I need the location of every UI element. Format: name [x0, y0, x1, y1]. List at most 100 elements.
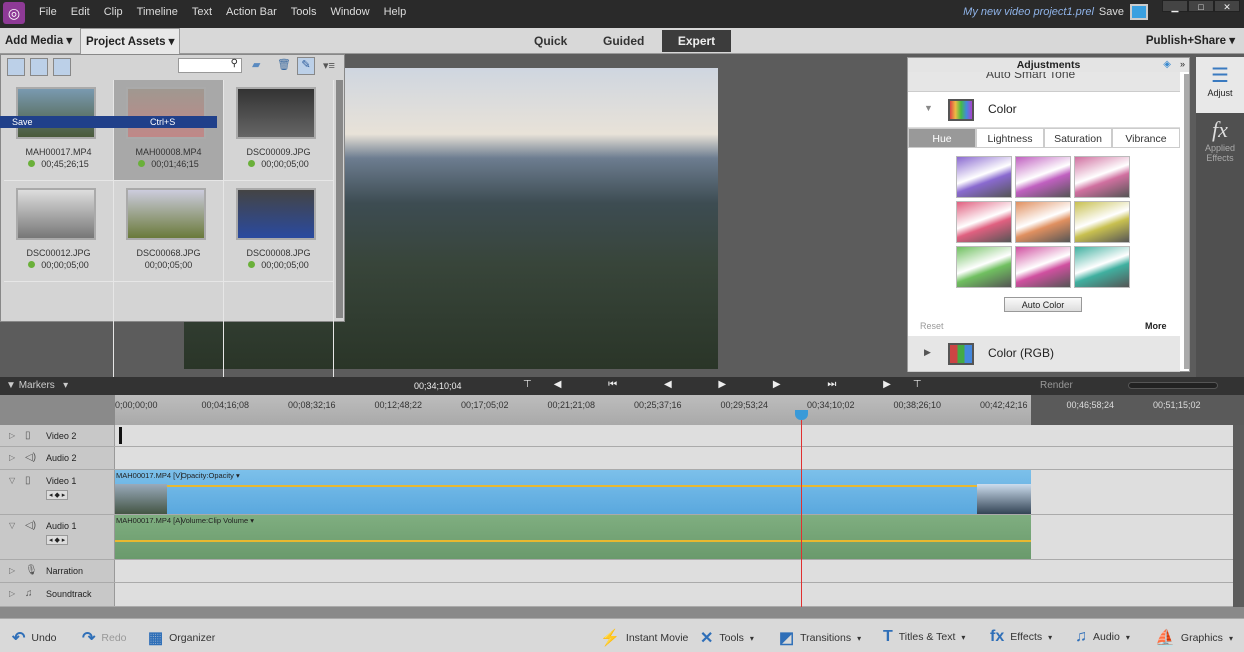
section-auto-smart-tone[interactable]: Auto Smart Tone	[908, 72, 1180, 92]
menu-window[interactable]: Window	[323, 6, 376, 18]
asset-duration: 00;00;05;00	[261, 260, 309, 270]
tab-hue[interactable]: Hue	[908, 128, 976, 148]
hue-swatch[interactable]	[1074, 201, 1130, 243]
transitions-button[interactable]: ◩ Transitions ▾	[779, 628, 861, 648]
effects-button[interactable]: fx Effects ▾	[990, 628, 1052, 646]
asset-item[interactable]: MAH00008.MP4 00;01;46;15	[114, 80, 224, 181]
playhead[interactable]	[795, 410, 808, 608]
fullscreen-icon[interactable]	[1130, 4, 1148, 20]
expand-icon[interactable]: ▷	[9, 589, 15, 598]
instant-movie-button[interactable]: ⚡ Instant Movie	[600, 628, 688, 648]
organizer-button[interactable]: ▦ Organizer	[148, 628, 215, 648]
expand-icon[interactable]: ▷	[9, 453, 15, 462]
publish-share-button[interactable]: Publish+Share ▾	[1141, 28, 1240, 54]
tab-guided[interactable]: Guided	[593, 30, 654, 52]
save-button[interactable]: Save	[1099, 6, 1124, 18]
video-clip[interactable]: MAH00017.MP4 [V] Opacity:Opacity ▾	[115, 470, 1031, 514]
expand-icon[interactable]: ▷	[9, 566, 15, 575]
new-folder-icon[interactable]: ▰	[252, 58, 260, 71]
tab-quick[interactable]: Quick	[524, 30, 577, 52]
titles-button[interactable]: T Titles & Text ▾	[883, 628, 965, 646]
search-input[interactable]: ⚲	[178, 58, 242, 73]
hue-swatch[interactable]	[956, 156, 1012, 198]
time-ruler[interactable]: 0;00;00;00 00;04;16;08 00;08;32;16 00;12;48…	[115, 395, 1244, 425]
track-name: Video 1	[46, 476, 77, 486]
info-icon[interactable]: ◈	[1163, 59, 1171, 70]
project-assets-button[interactable]: Project Assets ▾	[80, 28, 181, 55]
timeline-scrollbar[interactable]	[0, 607, 1244, 618]
auto-color-button[interactable]: Auto Color	[1004, 297, 1082, 312]
asset-item[interactable]: MAH00017.MP4 00;45;26;15	[4, 80, 114, 181]
reset-link[interactable]: Reset	[920, 321, 944, 331]
zoom-slider[interactable]	[1128, 382, 1218, 389]
menu-timeline[interactable]: Timeline	[130, 6, 185, 18]
track-body[interactable]: MAH00017.MP4 [V] Opacity:Opacity ▾	[115, 470, 1233, 514]
adjustments-scrollbar[interactable]	[1184, 74, 1189, 369]
menu-action-bar[interactable]: Action Bar	[219, 6, 284, 18]
hue-swatch[interactable]	[1015, 246, 1071, 288]
audio-clip[interactable]: MAH00017.MP4 [A] Volume:Clip Volume ▾	[115, 515, 1031, 559]
hue-swatch[interactable]	[956, 246, 1012, 288]
menu-edit[interactable]: Edit	[64, 6, 97, 18]
markers-dropdown[interactable]: ▼ Markers ▾	[6, 380, 68, 391]
tab-lightness[interactable]: Lightness	[976, 128, 1044, 148]
menu-clip[interactable]: Clip	[97, 6, 130, 18]
redo-button[interactable]: ↷ Redo	[82, 628, 127, 648]
video-filter-icon[interactable]	[7, 58, 25, 76]
adjust-button[interactable]: ☰ Adjust	[1196, 57, 1244, 113]
tab-vibrance[interactable]: Vibrance	[1112, 128, 1180, 148]
track-body[interactable]	[115, 425, 1233, 446]
transport-controls[interactable]: ⊤◀ ⏮ ◀ ▶ ▶ ⏭ ▶⊤	[523, 379, 944, 390]
asset-item[interactable]: DSC00009.JPG 00;00;05;00	[224, 80, 334, 181]
delete-icon[interactable]: 🗑	[277, 58, 291, 71]
track-body[interactable]: MAH00017.MP4 [A] Volume:Clip Volume ▾	[115, 515, 1233, 559]
rubber-band-line[interactable]	[115, 540, 1031, 542]
asset-item[interactable]: DSC00008.JPG 00;00;05;00	[224, 181, 334, 282]
hue-swatch[interactable]	[956, 201, 1012, 243]
tab-expert[interactable]: Expert	[662, 30, 731, 52]
menu-tools[interactable]: Tools	[284, 6, 324, 18]
tab-saturation[interactable]: Saturation	[1044, 128, 1112, 148]
expand-icon[interactable]: ▷	[9, 431, 15, 440]
track-body[interactable]	[115, 560, 1233, 582]
asset-item[interactable]: DSC00068.JPG 00;00;05;00	[114, 181, 224, 282]
hue-swatch[interactable]	[1074, 246, 1130, 288]
hue-swatch[interactable]	[1074, 156, 1130, 198]
audio-button[interactable]: ♫ Audio ▾	[1075, 628, 1130, 646]
assets-scrollbar[interactable]	[336, 80, 343, 318]
minimize-button[interactable]: ▁	[1162, 0, 1188, 12]
undo-button[interactable]: ↶ Undo	[12, 628, 57, 648]
pin-icon[interactable]: ✎	[297, 57, 315, 75]
section-color-rgb[interactable]: ▶ Color (RGB)	[908, 336, 1180, 372]
expand-icon[interactable]: ▽	[9, 521, 15, 530]
menu-help[interactable]: Help	[377, 6, 414, 18]
expand-icon[interactable]: ▽	[9, 476, 15, 485]
asset-item[interactable]: DSC00012.JPG 00;00;05;00	[4, 181, 114, 282]
clip-marker[interactable]	[119, 427, 122, 444]
hue-swatch[interactable]	[1015, 201, 1071, 243]
maximize-button[interactable]: □	[1188, 0, 1214, 12]
titles-icon: T	[883, 628, 893, 645]
graphics-button[interactable]: ⛵ Graphics ▾	[1155, 628, 1233, 648]
section-color[interactable]: ▼ Color	[908, 92, 1180, 128]
audio-filter-icon[interactable]	[53, 58, 71, 76]
render-button[interactable]: Render	[1040, 380, 1073, 391]
applied-effects-button[interactable]: fx Applied Effects	[1196, 117, 1244, 177]
rubber-band-line[interactable]	[115, 485, 1031, 487]
expand-icon[interactable]: »	[1180, 59, 1185, 69]
panel-menu-icon[interactable]: ▾≡	[323, 59, 335, 72]
image-filter-icon[interactable]	[30, 58, 48, 76]
menu-text[interactable]: Text	[185, 6, 219, 18]
keyframe-controls[interactable]: ◂ ◆ ▸	[46, 535, 69, 545]
close-button[interactable]: ✕	[1214, 0, 1240, 12]
tools-button[interactable]: ✕ Tools ▾	[700, 628, 754, 648]
track-body[interactable]	[115, 583, 1233, 606]
add-media-button[interactable]: Add Media ▾	[0, 28, 77, 54]
clip-effect-dropdown[interactable]: Volume:Clip Volume ▾	[181, 516, 254, 525]
menu-file[interactable]: File	[32, 6, 64, 18]
more-link[interactable]: More	[1145, 321, 1167, 331]
hue-swatch[interactable]	[1015, 156, 1071, 198]
track-body[interactable]	[115, 447, 1233, 469]
keyframe-controls[interactable]: ◂ ◆ ▸	[46, 490, 69, 500]
clip-effect-dropdown[interactable]: Opacity:Opacity ▾	[181, 471, 240, 480]
